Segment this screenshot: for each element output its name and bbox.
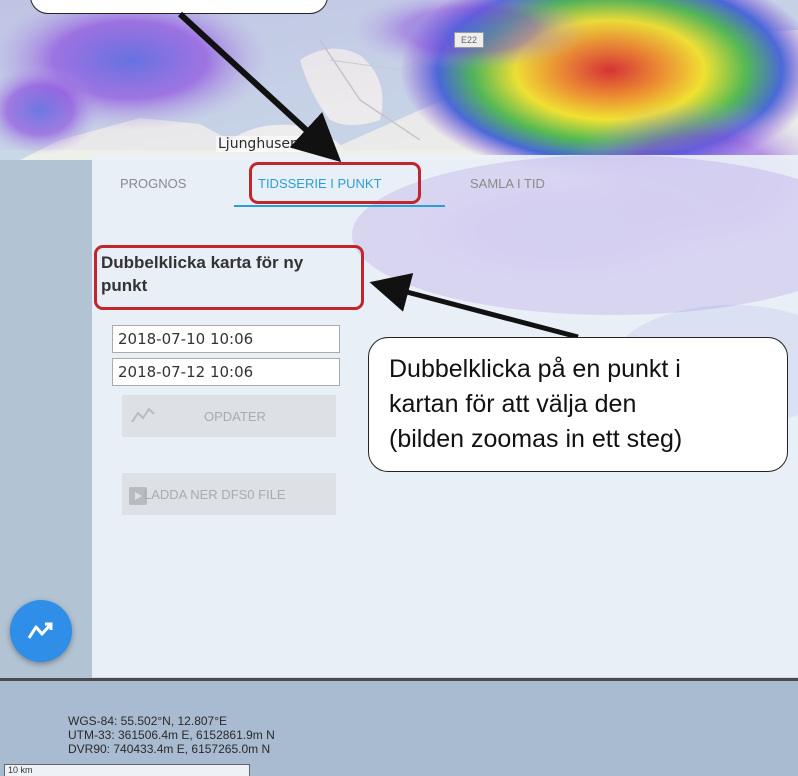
- tab-samla-i-tid[interactable]: SAMLA I TID: [470, 176, 545, 191]
- place-label: Ljunghusen: [216, 136, 301, 152]
- instruction-highlight-box: [94, 245, 364, 310]
- top-callout-box: [30, 0, 328, 14]
- download-dfs0-button[interactable]: LADDA NER DFS0 FILE: [122, 473, 336, 515]
- scale-bar: 10 km: [4, 764, 250, 776]
- instruction-callout: Dubbelklicka på en punkt i kartan för at…: [368, 337, 788, 472]
- tab-bar: PROGNOS TIDSSERIE I PUNKT SAMLA I TID: [92, 155, 798, 207]
- update-button[interactable]: OPDATER: [122, 395, 336, 437]
- tab-highlight-box: [249, 162, 421, 204]
- end-date-input[interactable]: [112, 358, 340, 386]
- update-button-label: OPDATER: [204, 409, 266, 424]
- chart-line-icon: [131, 407, 155, 423]
- callout-line-2: kartan för att välja den: [389, 390, 637, 418]
- road-shield: E22: [454, 32, 484, 48]
- coord-dvr90: DVR90: 740433.4m E, 6157265.0m N: [68, 742, 271, 756]
- callout-line-3: (bilden zoomas in ett steg): [389, 425, 683, 453]
- active-tab-indicator: [234, 205, 445, 207]
- start-date-input[interactable]: [112, 325, 340, 353]
- bar-separator: [0, 678, 798, 681]
- chart-toggle-fab[interactable]: [10, 600, 72, 662]
- coordinate-bar: WGS-84: 55.502°N, 12.807°E UTM-33: 36150…: [0, 678, 798, 776]
- trend-chart-icon: [27, 622, 53, 639]
- download-button-label: LADDA NER DFS0 FILE: [144, 487, 286, 502]
- coord-utm33: UTM-33: 361506.4m E, 6152861.9m N: [68, 728, 275, 742]
- coord-wgs84: WGS-84: 55.502°N, 12.807°E: [68, 714, 228, 728]
- tab-prognos[interactable]: PROGNOS: [120, 176, 186, 191]
- callout-line-1: Dubbelklicka på en punkt i: [389, 355, 681, 383]
